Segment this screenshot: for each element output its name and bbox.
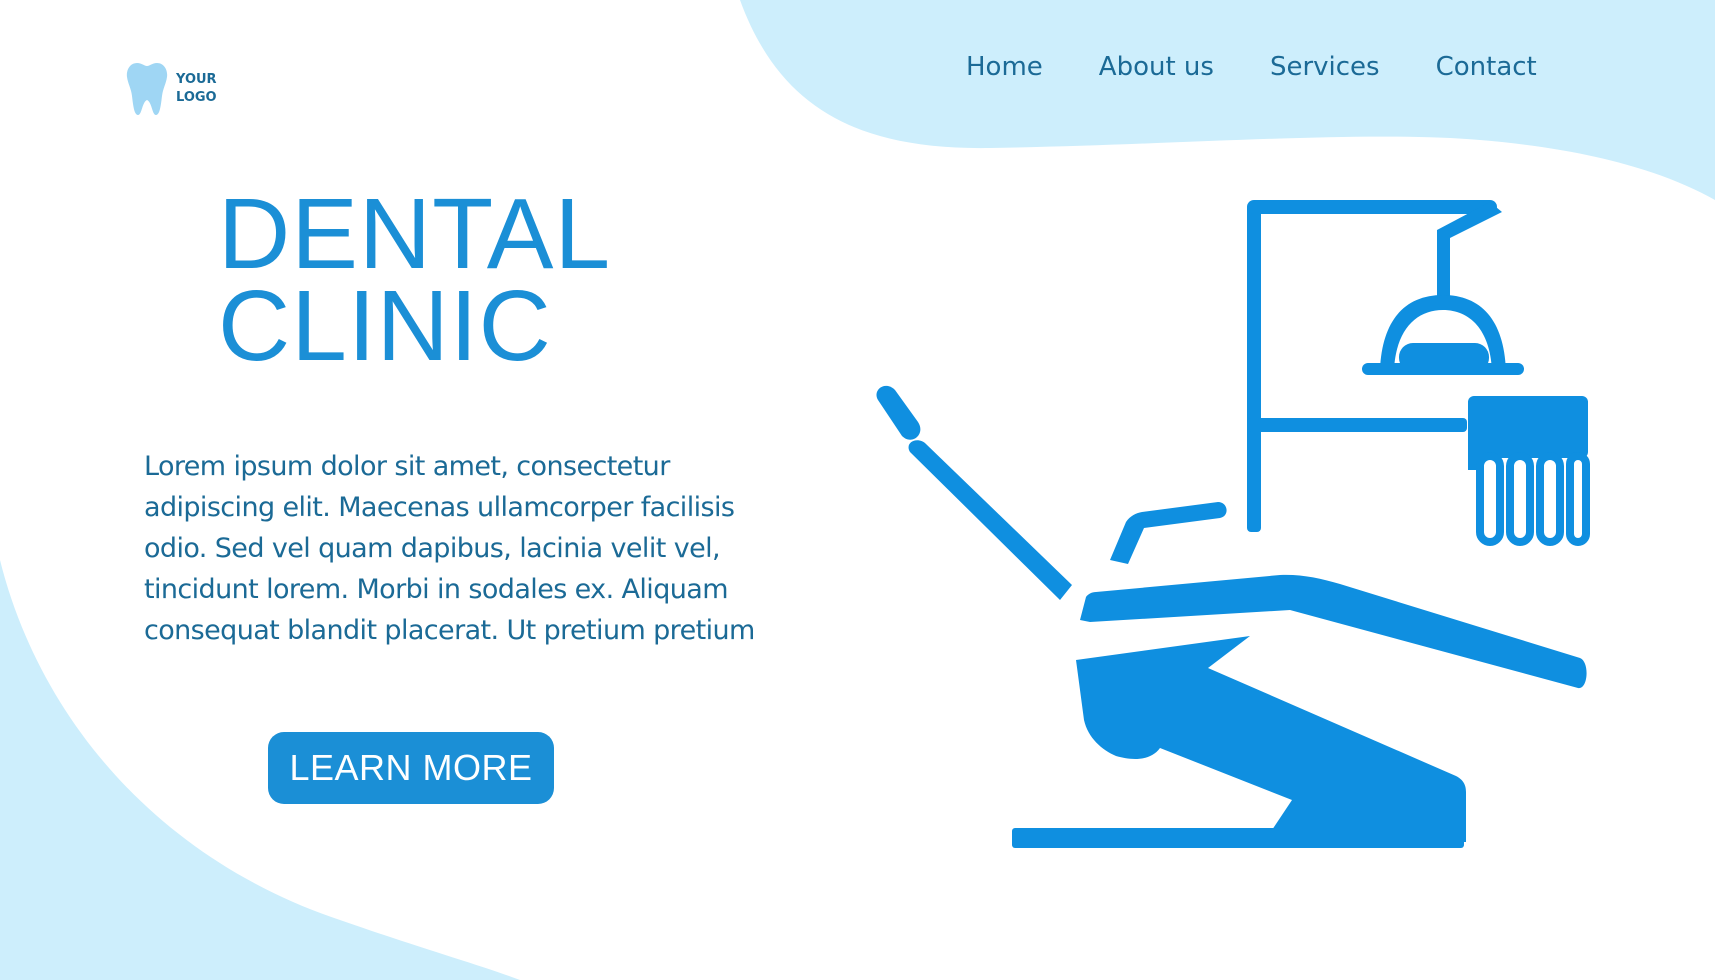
hero-title-line-2: CLINIC	[218, 270, 552, 382]
nav-home[interactable]: Home	[966, 52, 1043, 82]
hero-description-line-2: adipiscing elit. Maecenas ullamcorper fa…	[144, 492, 735, 523]
nav-contact[interactable]: Contact	[1436, 52, 1537, 82]
hero-description-line-5: consequat blandit placerat. Ut pretium p…	[144, 615, 755, 646]
headrest	[876, 385, 921, 440]
hero-description-line-3: odio. Sed vel quam dapibus, lacinia veli…	[144, 533, 721, 564]
top-right-blob	[740, 0, 1715, 200]
dental-tool-3	[1536, 452, 1564, 546]
logo[interactable]: YOUR LOGO	[126, 62, 236, 116]
armrest	[1110, 502, 1227, 564]
chair-body	[1076, 636, 1466, 842]
dental-tool-4	[1566, 452, 1590, 546]
lamp-top-arm	[1247, 200, 1497, 214]
tray-arm	[1247, 418, 1467, 432]
dental-tool-2	[1506, 452, 1534, 546]
lamp-bent-arm	[1437, 202, 1502, 302]
top-nav: Home About us Services Contact	[966, 52, 1537, 82]
logo-line-2: LOGO	[176, 90, 217, 105]
nav-services[interactable]: Services	[1270, 52, 1380, 82]
hero-description: Lorem ipsum dolor sit amet, consectetur …	[144, 446, 834, 651]
hero-description-line-1: Lorem ipsum dolor sit amet, consectetur	[144, 451, 670, 482]
backrest	[908, 440, 1072, 600]
hero-title-line-1: DENTAL	[218, 178, 612, 290]
hero-title: DENTAL CLINIC	[218, 178, 612, 382]
lamp-bulb	[1399, 343, 1489, 372]
logo-line-1: YOUR	[176, 72, 217, 87]
nav-about-us[interactable]: About us	[1099, 52, 1214, 82]
dental-tool-1	[1476, 452, 1504, 546]
learn-more-button[interactable]: LEARN MORE	[268, 732, 554, 804]
lamp-pole	[1247, 204, 1261, 532]
tool-holder	[1468, 396, 1588, 458]
hero-description-line-4: tincidunt lorem. Morbi in sodales ex. Al…	[144, 574, 729, 605]
dental-chair-icon	[876, 200, 1590, 848]
chair-floor-base	[1012, 828, 1464, 848]
tooth-icon	[126, 63, 168, 115]
